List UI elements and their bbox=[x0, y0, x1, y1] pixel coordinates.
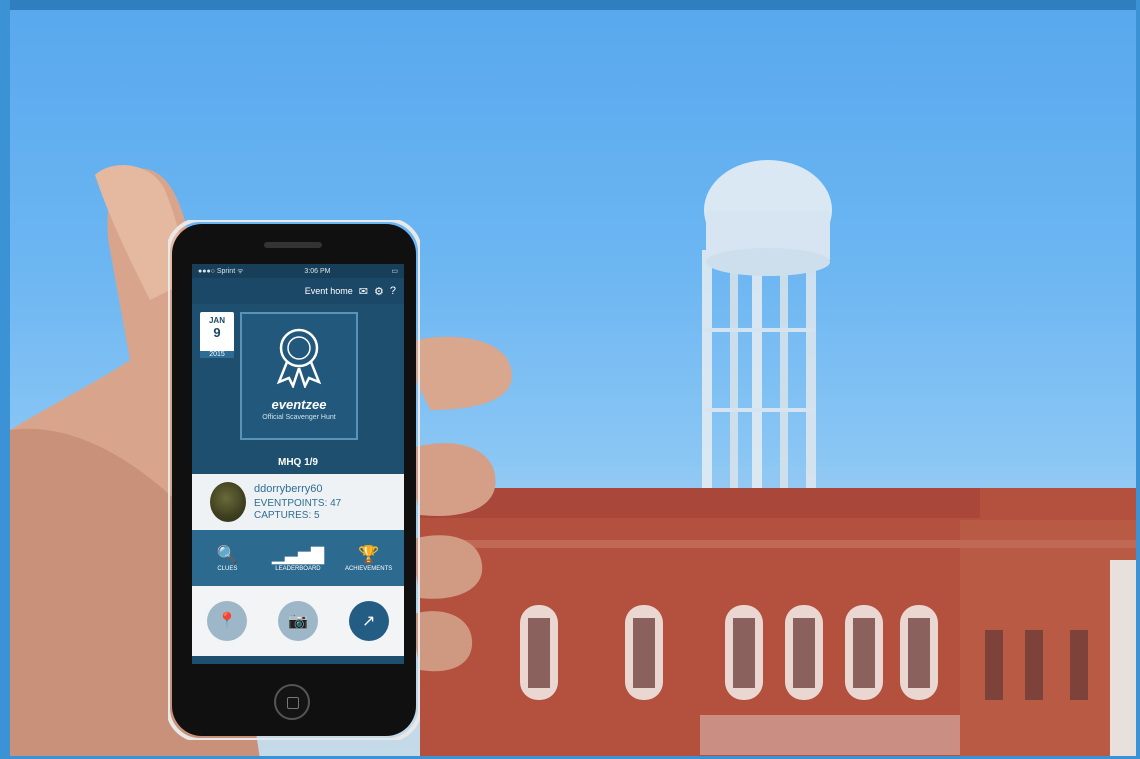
tab-label: ACHIEVEMENTS bbox=[344, 566, 393, 572]
map-pin-icon: 📍 bbox=[217, 613, 238, 630]
event-logo[interactable]: eventzee Official Scavenger Hunt bbox=[240, 312, 358, 440]
tab-label: CLUES bbox=[217, 566, 238, 572]
phone-screen: ●●●○ Sprint ᯤ 3:06 PM ▭ Event home ✉ ⚙ ?… bbox=[192, 264, 404, 664]
frame-border-left bbox=[0, 0, 10, 759]
eventpoints-label: EVENTPOINTS: 47 bbox=[254, 497, 342, 509]
user-card[interactable]: ddorryberry60 EVENTPOINTS: 47 CAPTURES: … bbox=[192, 474, 404, 530]
bar-chart-icon: ▁▃▅▇ bbox=[271, 545, 325, 564]
water-tower bbox=[702, 160, 832, 500]
tab-clues[interactable]: 🔍 CLUES bbox=[195, 544, 259, 572]
battery-icon: ▭ bbox=[391, 268, 398, 275]
help-icon[interactable]: ? bbox=[390, 285, 396, 298]
mail-icon[interactable]: ✉ bbox=[359, 285, 368, 298]
logo-name: eventzee bbox=[271, 397, 327, 412]
share-button[interactable]: ↗ bbox=[348, 601, 389, 641]
ribbon-badge-icon bbox=[276, 328, 322, 390]
frame-border-top bbox=[0, 0, 1140, 10]
action-bar: 📍 📷 ↗ bbox=[192, 586, 404, 656]
tab-bar: 🔍 CLUES ▁▃▅▇ LEADERBOARD 🏆 ACHIEVEMENTS bbox=[192, 530, 404, 586]
event-header: JAN 9 2015 eventzee Official Scavenger H… bbox=[192, 304, 404, 452]
search-icon: 🔍 bbox=[216, 545, 238, 564]
photo-frame: ●●●○ Sprint ᯤ 3:06 PM ▭ Event home ✉ ⚙ ?… bbox=[0, 0, 1140, 759]
app-navbar: Event home ✉ ⚙ ? bbox=[192, 278, 404, 304]
frame-border-right bbox=[1136, 0, 1140, 759]
home-button[interactable] bbox=[274, 684, 310, 720]
gear-icon[interactable]: ⚙ bbox=[374, 285, 384, 298]
date-year: 2015 bbox=[200, 351, 234, 358]
date-day: 9 bbox=[213, 325, 221, 340]
clock-label: 3:06 PM bbox=[304, 267, 331, 275]
camera-icon: 📷 bbox=[288, 613, 308, 630]
tab-label: LEADERBOARD bbox=[275, 566, 321, 572]
captures-label: CAPTURES: 5 bbox=[254, 509, 320, 521]
logo-subtitle: Official Scavenger Hunt bbox=[262, 414, 336, 421]
tab-achievements[interactable]: 🏆 ACHIEVEMENTS bbox=[337, 544, 401, 572]
brick-building bbox=[420, 488, 1140, 759]
trophy-icon: 🏆 bbox=[358, 545, 380, 564]
date-month: JAN bbox=[208, 316, 225, 325]
map-pin-button[interactable]: 📍 bbox=[207, 601, 248, 641]
username: ddorryberry60 bbox=[254, 482, 323, 495]
date-badge: JAN 9 2015 bbox=[200, 312, 234, 358]
tab-leaderboard[interactable]: ▁▃▅▇ LEADERBOARD bbox=[266, 544, 330, 572]
status-bar: ●●●○ Sprint ᯤ 3:06 PM ▭ bbox=[192, 264, 404, 278]
carrier-label: ●●●○ Sprint ᯤ bbox=[198, 267, 244, 275]
avatar bbox=[210, 482, 246, 522]
event-title: MHQ 1/9 bbox=[192, 452, 404, 474]
user-info: ddorryberry60 EVENTPOINTS: 47 CAPTURES: … bbox=[254, 483, 341, 522]
share-icon: ↗ bbox=[361, 613, 376, 630]
nav-title[interactable]: Event home bbox=[305, 286, 353, 296]
camera-button[interactable]: 📷 bbox=[277, 601, 318, 641]
